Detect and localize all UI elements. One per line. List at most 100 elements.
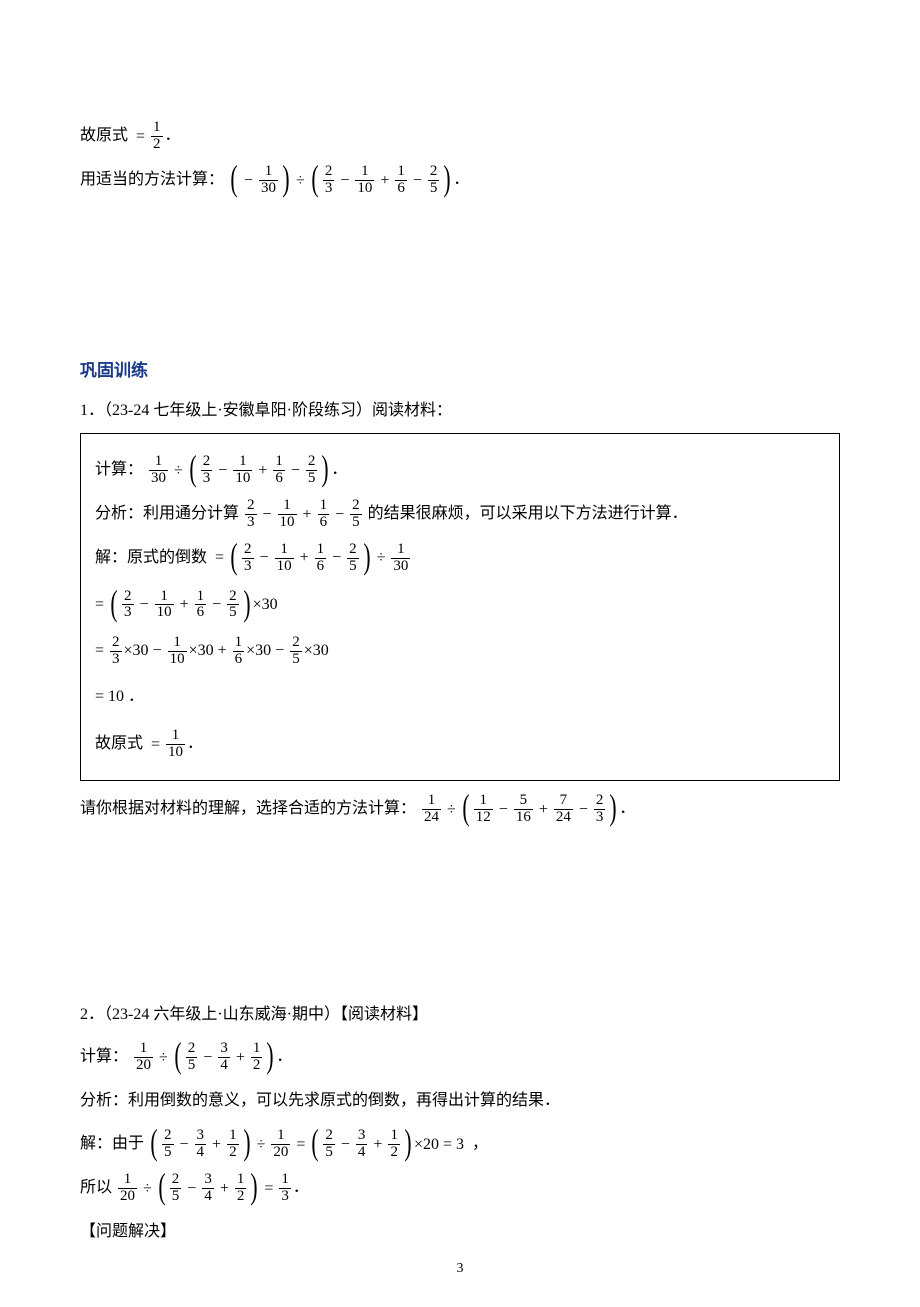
num: 2 xyxy=(323,164,335,180)
num: 2 xyxy=(350,498,362,514)
num: 1 xyxy=(478,793,490,809)
num: 2 xyxy=(323,1128,335,1144)
minus: − xyxy=(153,630,162,672)
minus: − xyxy=(413,163,422,198)
plus: + xyxy=(539,792,548,827)
den: 30 xyxy=(259,180,278,197)
text: 故原式 xyxy=(80,127,128,144)
den: 20 xyxy=(134,1057,153,1074)
num: 3 xyxy=(195,1128,207,1144)
spacer xyxy=(80,206,840,316)
num: 2 xyxy=(186,1041,198,1057)
num: 7 xyxy=(558,793,570,809)
den: 6 xyxy=(395,180,407,197)
divide: ÷ xyxy=(296,163,305,198)
minus: − xyxy=(244,163,253,198)
den: 6 xyxy=(318,514,330,531)
num: 1 xyxy=(273,454,285,470)
analysis-line: 分析：利用通分计算 23 − 110 + 16 − 25 的结果很麻烦，可以采用… xyxy=(95,496,825,532)
den: 3 xyxy=(323,180,335,197)
solution-line-1: 解：原式的倒数 = ( 23 − 110 + 16 − 25 ) ÷ 130 xyxy=(95,540,825,576)
num: 1 xyxy=(170,728,182,744)
den: 6 xyxy=(195,604,207,621)
equals: = xyxy=(264,1171,273,1206)
den: 5 xyxy=(347,558,359,575)
den: 10 xyxy=(278,514,297,531)
num: 1 xyxy=(195,589,207,605)
num: 1 xyxy=(227,1128,239,1144)
minus: − xyxy=(140,584,149,626)
den: 2 xyxy=(251,1057,263,1074)
plus: + xyxy=(180,584,189,626)
den: 20 xyxy=(271,1144,290,1161)
problem-1-header: 1．（23-24 七年级上·安徽阜阳·阶段练习）阅读材料： xyxy=(80,395,840,427)
top-therefore-line: 故原式 = 1 2 ． xyxy=(80,118,840,154)
den: 4 xyxy=(195,1144,207,1161)
num: 1 xyxy=(251,1041,263,1057)
den: 10 xyxy=(355,180,374,197)
text: ×30 xyxy=(124,630,149,672)
den: 10 xyxy=(166,744,185,761)
step-5: 故原式 = 110 ． xyxy=(95,726,825,762)
problem-1-conclusion: 请你根据对材料的理解，选择合适的方法计算： 124 ÷ ( 112 − 516 … xyxy=(80,791,840,827)
plus: + xyxy=(303,497,312,532)
den: 3 xyxy=(279,1188,291,1205)
den: 4 xyxy=(218,1057,230,1074)
num: 1 xyxy=(281,498,293,514)
label: 解：由于 xyxy=(80,1135,144,1152)
text: 用适当的方法计算： xyxy=(80,171,224,188)
plus: + xyxy=(212,1127,221,1162)
divide: ÷ xyxy=(143,1171,152,1206)
num: 1 xyxy=(279,1172,291,1188)
den: 5 xyxy=(170,1188,182,1205)
p2-solution-line: 解：由于 ( 25 − 34 + 12 ) ÷ 120 = ( 25 − 34 … xyxy=(80,1126,840,1162)
minus: − xyxy=(341,1127,350,1162)
den: 3 xyxy=(594,809,606,826)
num: 2 xyxy=(428,164,440,180)
problem-2-header: 2．（23-24 六年级上·山东威海·期中）【阅读材料】 xyxy=(80,999,840,1031)
den: 6 xyxy=(273,470,285,487)
den: 2 xyxy=(227,1144,239,1161)
den: 24 xyxy=(422,809,441,826)
num: 3 xyxy=(218,1041,230,1057)
period: ． xyxy=(165,127,181,144)
top-instruction-line: 用适当的方法计算： ( − 130 ) ÷ ( 23 − 110 + 16 − … xyxy=(80,162,840,198)
num: 1 xyxy=(235,1172,247,1188)
den: 5 xyxy=(350,514,362,531)
label: 解：原式的倒数 xyxy=(95,549,207,566)
box-calc-line: 计算： 130 ÷ ( 23 − 110 + 16 − 25 ) ． xyxy=(95,452,825,488)
step-2: = ( 23 − 110 + 16 − 25 ) ×30 xyxy=(95,584,825,626)
equals: = xyxy=(151,727,160,762)
text: 的结果很麻烦，可以采用以下方法进行计算． xyxy=(368,505,688,522)
num: 1 xyxy=(318,498,330,514)
num: 2 xyxy=(201,454,213,470)
den: 5 xyxy=(323,1144,335,1161)
minus: − xyxy=(335,497,344,532)
minus: − xyxy=(180,1127,189,1162)
minus: − xyxy=(218,453,227,488)
divide: ÷ xyxy=(159,1040,168,1075)
den: 2 xyxy=(388,1144,400,1161)
den: 5 xyxy=(306,470,318,487)
num: 1 xyxy=(359,164,371,180)
label: 计算： xyxy=(95,461,143,478)
num: 1 xyxy=(263,164,275,180)
den: 6 xyxy=(233,651,245,668)
minus: − xyxy=(275,630,284,672)
period: ． xyxy=(293,1179,309,1196)
period: ． xyxy=(453,171,469,188)
plus: + xyxy=(218,630,227,672)
divide: ÷ xyxy=(174,453,183,488)
num: 3 xyxy=(202,1172,214,1188)
minus: − xyxy=(291,453,300,488)
minus: − xyxy=(332,540,341,575)
page-root: 故原式 = 1 2 ． 用适当的方法计算： ( − 130 ) ÷ ( 23 −… xyxy=(0,0,920,1307)
text: 分析：利用通分计算 xyxy=(95,505,239,522)
num: 1 xyxy=(153,454,165,470)
den: 10 xyxy=(155,604,174,621)
num: 2 xyxy=(162,1128,174,1144)
text: 故原式 xyxy=(95,735,143,752)
p2-problem-solving: 【问题解决】 xyxy=(80,1214,840,1249)
text: 所以 xyxy=(80,1179,112,1196)
text: ×30 xyxy=(246,630,271,672)
